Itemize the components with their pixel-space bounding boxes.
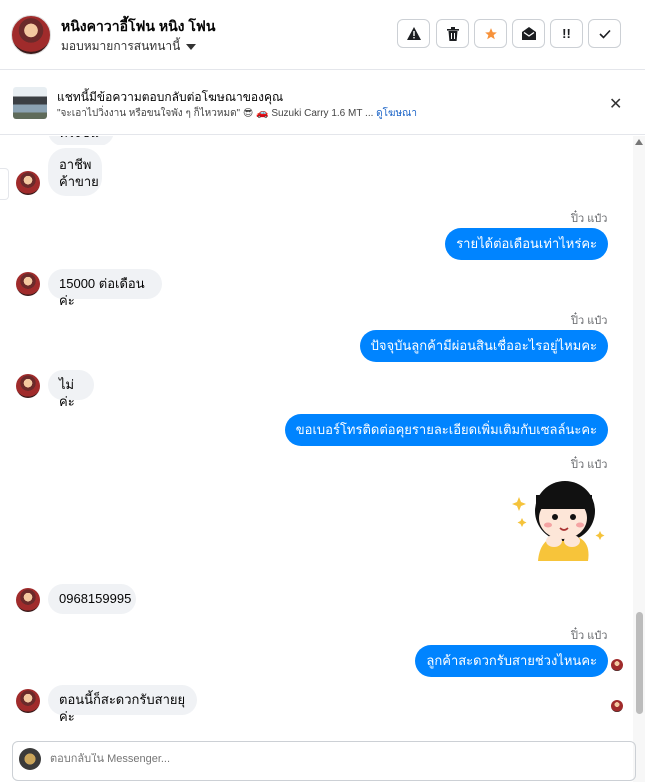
follow-up-button[interactable]: !!	[550, 19, 583, 48]
partial-message-clip: ทรงชนิ	[48, 136, 114, 145]
side-panel-handle[interactable]	[0, 168, 9, 200]
message-text: อาชีพ	[59, 157, 92, 172]
mark-done-button[interactable]	[588, 19, 621, 48]
ad-banner-title: แชทนี้มีข้อความตอบกลับต่อโฆษณาของคุณ	[57, 90, 284, 104]
ad-banner-subtitle: "จะเอาไปวิ่งงาน หรือขนใจพัง ๆ ก็ไหวหมด" …	[57, 106, 417, 121]
contact-avatar-small	[16, 272, 40, 296]
follow-up-icon: !!	[562, 26, 571, 41]
mark-unread-button[interactable]	[512, 19, 545, 48]
star-icon	[484, 27, 497, 39]
message-bubble-incoming: 0968159995	[48, 584, 136, 614]
message-bubble-outgoing: ขอเบอร์โทรติดต่อคุยรายละเอียดเพิ่มเติมกั…	[284, 414, 608, 446]
contact-avatar-small	[16, 171, 40, 195]
mark-spam-button[interactable]	[397, 19, 430, 48]
message-bubble-outgoing: รายได้ต่อเดือนเท่าไหร่คะ	[445, 228, 608, 260]
ad-thumbnail[interactable]	[13, 87, 47, 119]
sender-name: ปิ๋ว แป๋ว	[571, 630, 608, 642]
assign-label: มอบหมายการสนทนานี้	[61, 39, 181, 53]
contact-avatar-small	[16, 588, 40, 612]
chevron-down-icon	[186, 43, 197, 50]
contact-avatar-small	[16, 374, 40, 398]
scroll-up-arrow-icon[interactable]	[635, 139, 643, 145]
contact-avatar[interactable]	[11, 15, 51, 55]
warning-icon	[406, 27, 421, 40]
star-button[interactable]	[474, 19, 507, 48]
message-bubble-incoming: ตอนนี้ก็สะดวกรับสายยุค่ะ	[48, 685, 197, 724]
delete-button[interactable]	[436, 19, 469, 48]
page-avatar	[19, 748, 41, 770]
message-bubble-outgoing: ลูกค้าสะดวกรับสายช่วงไหนคะ	[415, 645, 608, 677]
sender-name: ปิ๋ว แป๋ว	[571, 459, 608, 471]
sender-name: ปิ๋ว แป๋ว	[571, 213, 608, 225]
girl-sticker-image[interactable]	[510, 473, 610, 569]
scrollbar-thumb[interactable]	[636, 612, 643, 714]
seen-receipt-avatar	[611, 659, 623, 671]
reply-input[interactable]	[50, 753, 610, 765]
message-bubble-outgoing: ปัจจุบันลูกค้ามีผ่อนสินเชื่ออะไรอยู่ไหมค…	[359, 330, 608, 362]
sender-name: ปิ๋ว แป๋ว	[571, 315, 608, 327]
message-bubble-incoming: ทรงชนิ	[48, 136, 114, 145]
contact-avatar-small	[16, 689, 40, 713]
check-icon	[598, 29, 611, 39]
message-bubble-incoming: 15000 ต่อเดือนค่ะ	[48, 269, 162, 308]
message-text: ค้าขาย	[59, 174, 99, 189]
ad-text-preview: "จะเอาไปวิ่งงาน หรือขนใจพัง ๆ ก็ไหวหมด" …	[57, 108, 374, 119]
envelope-open-icon	[521, 27, 536, 40]
message-bubble-incoming: อาชีพ ค้าขาย	[48, 148, 102, 196]
close-icon[interactable]: ✕	[609, 94, 622, 114]
contact-name[interactable]: หนิงคาวาอี้โฟน หนิง โฟน	[61, 16, 215, 38]
assign-conversation-dropdown[interactable]: มอบหมายการสนทนานี้	[61, 37, 197, 56]
trash-icon	[446, 26, 459, 41]
message-bubble-incoming: ไม่ค่ะ	[48, 370, 94, 409]
seen-receipt-avatar	[611, 700, 623, 712]
view-ad-link[interactable]: ดูโฆษณา	[376, 108, 417, 119]
